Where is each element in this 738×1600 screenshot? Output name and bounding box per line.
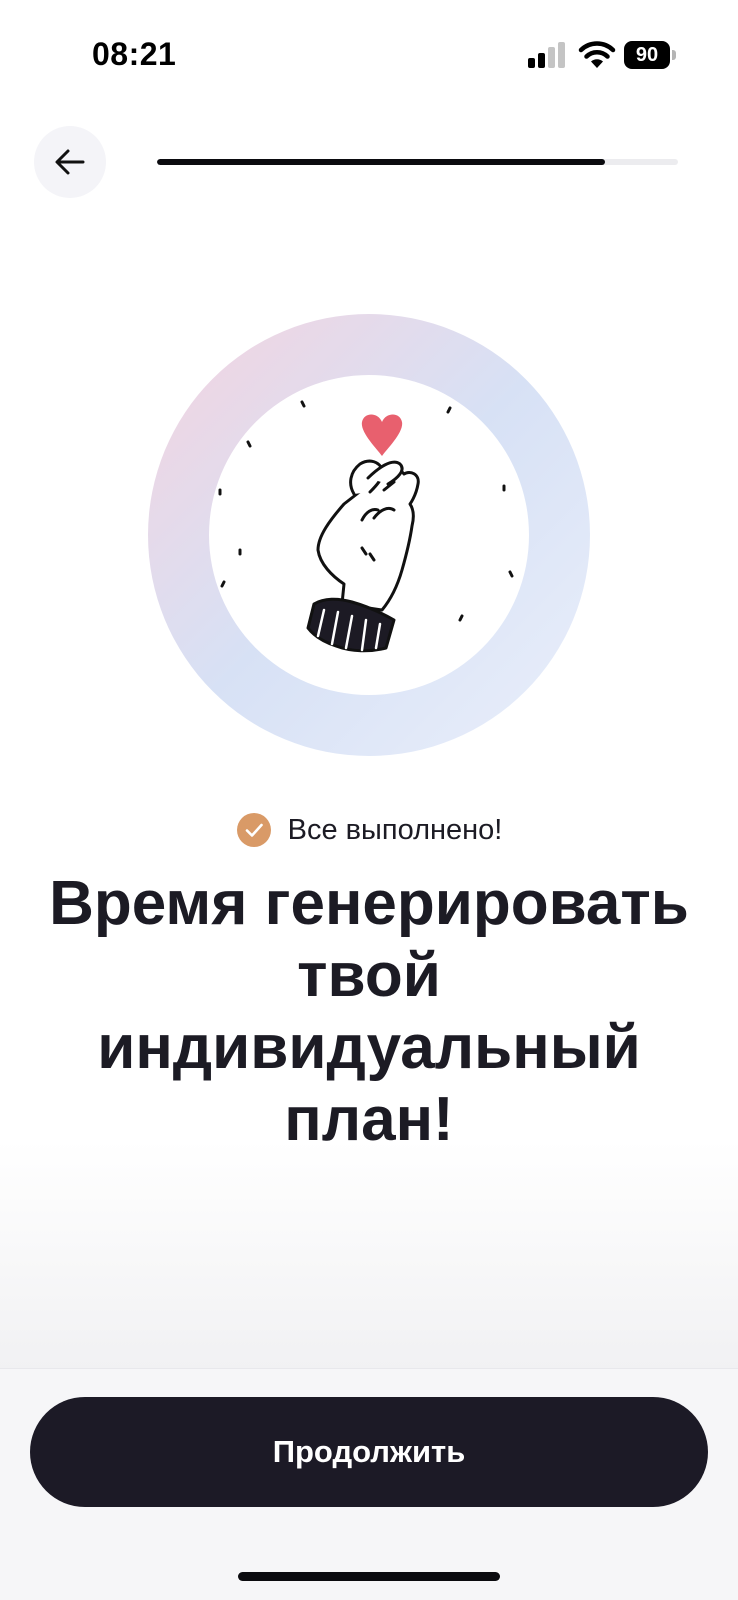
back-button[interactable] <box>34 126 106 198</box>
finger-heart-illustration <box>148 314 590 756</box>
battery-icon: 90 <box>624 41 676 69</box>
battery-level: 90 <box>624 41 670 69</box>
bottom-fade <box>0 1140 738 1370</box>
completion-text: Все выполнено! <box>287 813 503 846</box>
status-bar: 08:21 90 <box>0 0 738 100</box>
arrow-left-icon <box>55 149 85 175</box>
onboarding-screen: 08:21 90 Все выполнено! Время генерирова… <box>0 0 738 1600</box>
continue-button[interactable]: Продолжить <box>30 1397 708 1507</box>
status-time: 08:21 <box>92 36 177 72</box>
home-indicator <box>238 1572 500 1581</box>
page-title: Время генерировать твой индивидуальный п… <box>49 869 689 1154</box>
check-circle-icon <box>236 813 271 847</box>
signal-icon <box>528 42 565 68</box>
onboarding-progress-bar <box>157 159 678 165</box>
completion-status: Все выполнено! <box>0 810 738 850</box>
wifi-icon <box>578 41 616 68</box>
battery-cap <box>672 50 676 60</box>
progress-fill <box>157 159 606 165</box>
